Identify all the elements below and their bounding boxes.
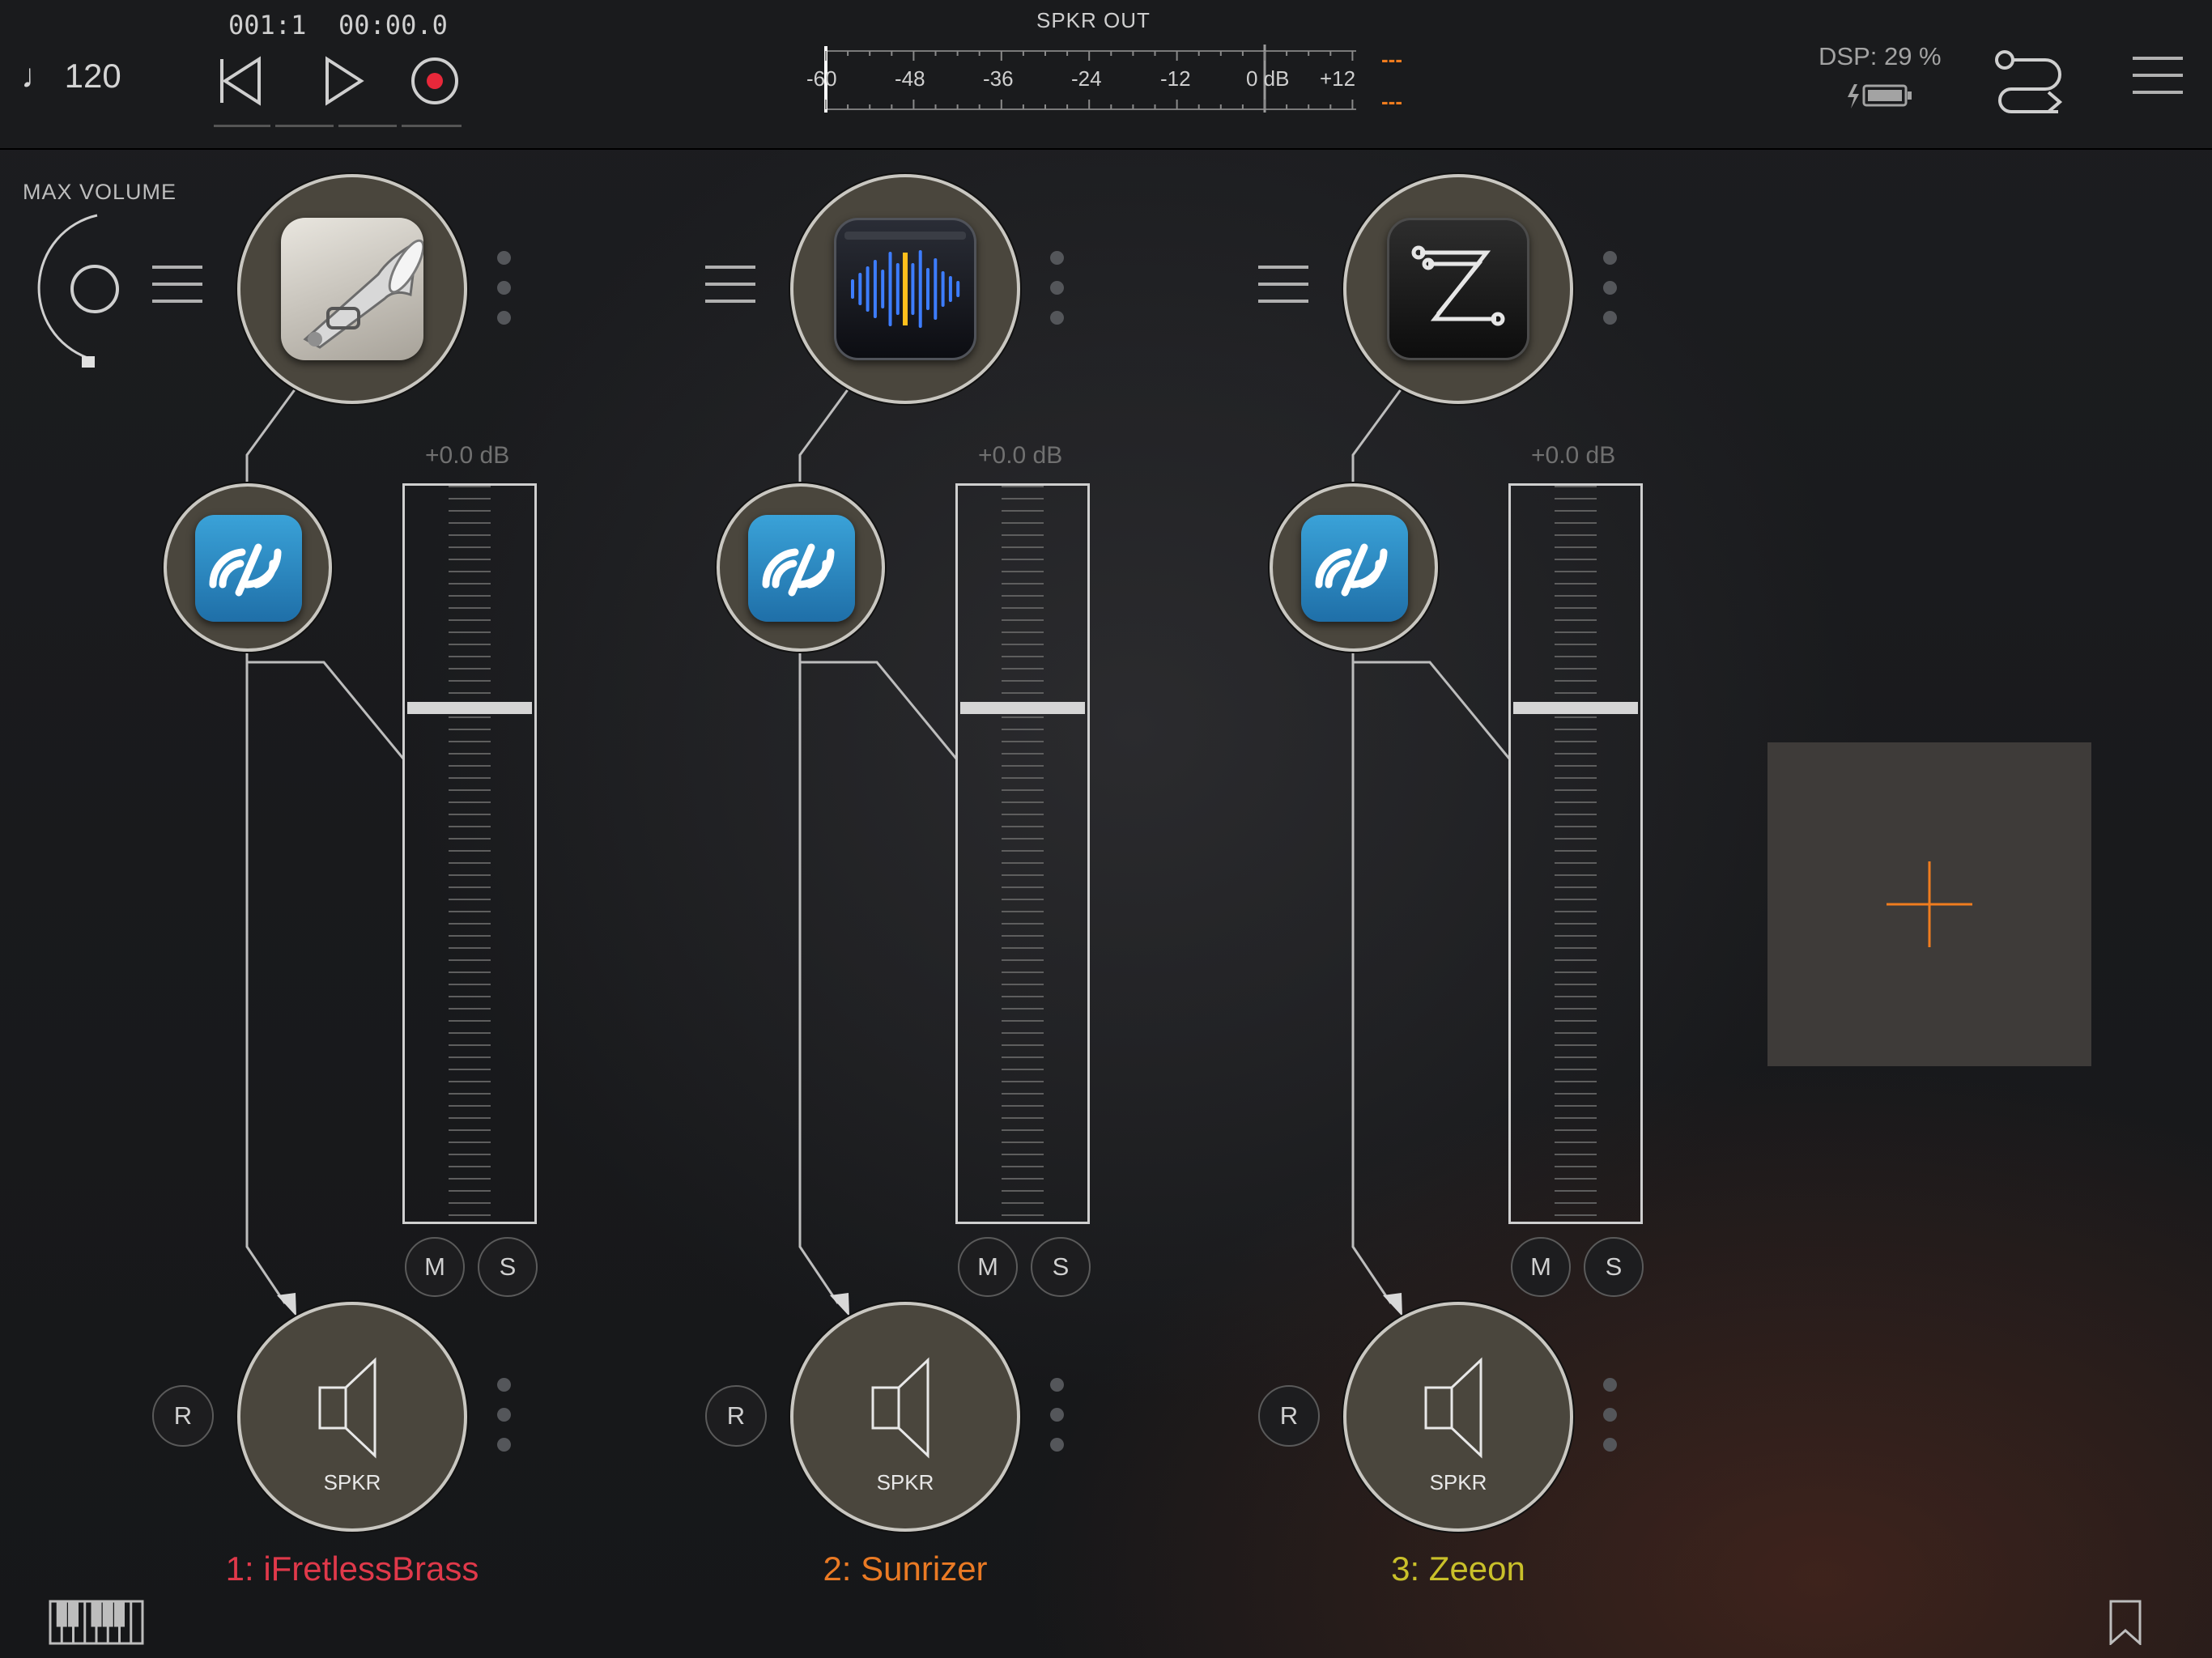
- channel-3-fader-db: +0.0 dB: [1531, 442, 1616, 469]
- channel-2-instrument-options-dot[interactable]: [1050, 251, 1064, 265]
- channel-1-fader-handle[interactable]: [407, 702, 532, 714]
- add-channel-button[interactable]: [1767, 742, 2091, 1066]
- channel-2-volume-fader[interactable]: [955, 483, 1090, 1224]
- speaker-icon: [318, 1357, 376, 1459]
- channel-3-output-options-dot[interactable]: [1603, 1438, 1617, 1452]
- channel-1-instrument-options-dot[interactable]: [497, 311, 511, 325]
- channel-2-instrument-slot[interactable]: [790, 174, 1020, 404]
- channel-3-name[interactable]: 3: Zeeon: [1256, 1550, 1661, 1588]
- channel-2-fader-db: +0.0 dB: [978, 442, 1063, 469]
- channel-1-output-slot[interactable]: SPKR: [237, 1302, 467, 1532]
- channel-3-menu-button[interactable]: [1258, 266, 1308, 316]
- fader-ticks: [1002, 486, 1044, 1222]
- wifi-audio-icon: [195, 515, 302, 622]
- channel-1-output-options-dot[interactable]: [497, 1378, 511, 1392]
- channel-2-output-label: SPKR: [876, 1470, 934, 1494]
- channel-2-solo-button[interactable]: S: [1031, 1237, 1091, 1297]
- channel-1-mute-button[interactable]: M: [405, 1237, 465, 1297]
- channel-1-fader-db: +0.0 dB: [425, 442, 510, 469]
- channel-1-output-label: SPKR: [323, 1470, 381, 1494]
- speaker-icon: [871, 1357, 929, 1459]
- channel-1-output-options-dot[interactable]: [497, 1438, 511, 1452]
- z-circuit-icon: [1387, 218, 1529, 360]
- channel-3-mute-button[interactable]: M: [1511, 1237, 1571, 1297]
- channel-3-instrument-options-dot[interactable]: [1603, 311, 1617, 325]
- channel-1-effect-slot[interactable]: [164, 483, 332, 652]
- channel-3-effect-slot[interactable]: [1270, 483, 1438, 652]
- channel-3-volume-fader[interactable]: [1508, 483, 1643, 1224]
- wifi-audio-icon: [1301, 515, 1408, 622]
- channel-3-output-label: SPKR: [1429, 1470, 1487, 1494]
- channel-2-instrument-options-dot[interactable]: [1050, 281, 1064, 295]
- channel-1-name[interactable]: 1: iFretlessBrass: [150, 1550, 555, 1588]
- channel-2-effect-slot[interactable]: [717, 483, 885, 652]
- waveform-icon: [834, 218, 976, 360]
- channel-3-instrument-options-dot[interactable]: [1603, 281, 1617, 295]
- channel-2-instrument-options-dot[interactable]: [1050, 311, 1064, 325]
- bookmark-icon[interactable]: [2108, 1600, 2142, 1645]
- channel-2-output-slot[interactable]: SPKR: [790, 1302, 1020, 1532]
- wifi-audio-icon: [748, 515, 855, 622]
- channel-1-volume-fader[interactable]: [402, 483, 537, 1224]
- fader-ticks: [449, 486, 491, 1222]
- fader-ticks: [1555, 486, 1597, 1222]
- channel-3-output-options-dot[interactable]: [1603, 1408, 1617, 1422]
- channel-1-solo-button[interactable]: S: [478, 1237, 538, 1297]
- channel-3-output-options-dot[interactable]: [1603, 1378, 1617, 1392]
- channel-2-output-options-dot[interactable]: [1050, 1378, 1064, 1392]
- channel-3-record-button[interactable]: R: [1258, 1385, 1320, 1447]
- channel-1-instrument-options-dot[interactable]: [497, 281, 511, 295]
- channel-3-fader-handle[interactable]: [1513, 702, 1638, 714]
- channel-2-fader-handle[interactable]: [960, 702, 1085, 714]
- channel-2-record-button[interactable]: R: [705, 1385, 767, 1447]
- channel-1-record-button[interactable]: R: [152, 1385, 214, 1447]
- channel-2-mute-button[interactable]: M: [958, 1237, 1018, 1297]
- channel-2-name[interactable]: 2: Sunrizer: [703, 1550, 1108, 1588]
- channel-2-menu-button[interactable]: [705, 266, 755, 316]
- channel-3-output-slot[interactable]: SPKR: [1343, 1302, 1573, 1532]
- keyboard-icon[interactable]: [49, 1600, 144, 1645]
- trumpet-icon: [281, 218, 423, 360]
- channel-1-instrument-options-dot[interactable]: [497, 251, 511, 265]
- channel-1-menu-button[interactable]: [152, 266, 202, 316]
- channel-1-instrument-slot[interactable]: [237, 174, 467, 404]
- channel-2-output-options-dot[interactable]: [1050, 1408, 1064, 1422]
- plus-icon: [1887, 861, 1972, 947]
- speaker-icon: [1424, 1357, 1482, 1459]
- channel-1-output-options-dot[interactable]: [497, 1408, 511, 1422]
- channel-2-output-options-dot[interactable]: [1050, 1438, 1064, 1452]
- channel-3-instrument-options-dot[interactable]: [1603, 251, 1617, 265]
- channel-3-solo-button[interactable]: S: [1584, 1237, 1644, 1297]
- channel-3-instrument-slot[interactable]: [1343, 174, 1573, 404]
